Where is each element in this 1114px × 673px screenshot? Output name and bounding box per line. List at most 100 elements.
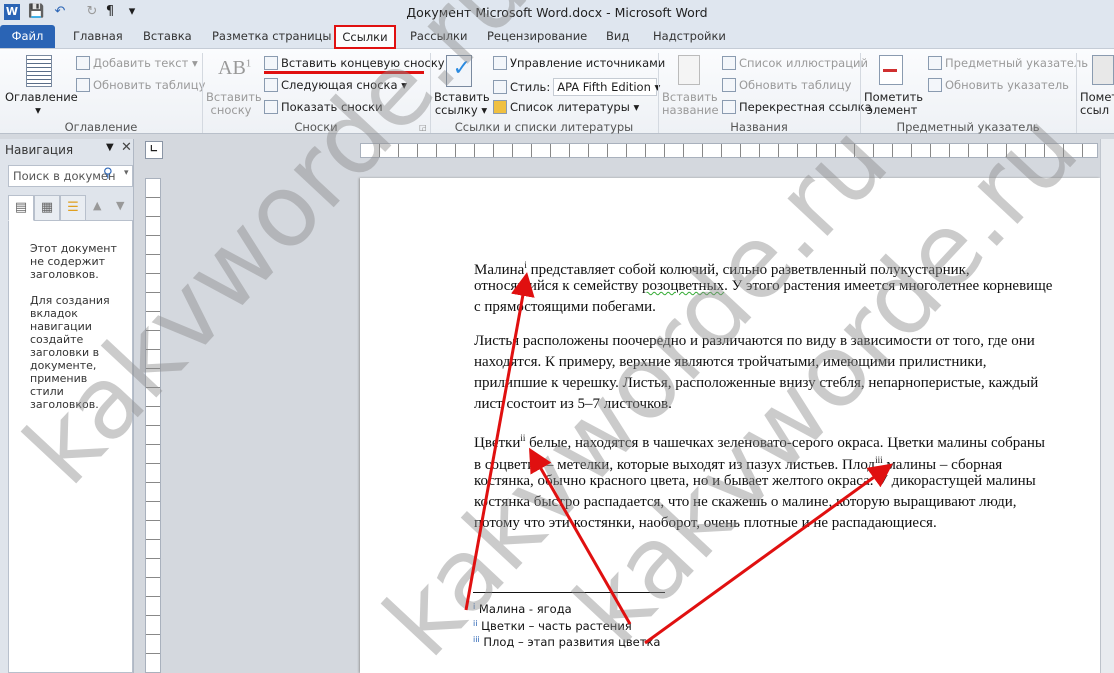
endnote-item[interactable]: ii Цветки – часть растения: [473, 619, 632, 633]
paragraph-3-line: костянка быстро распадается, что не скаж…: [474, 494, 1017, 510]
mark-entry-button[interactable]: Пометить элемент: [864, 90, 924, 117]
update-index-icon: [928, 78, 942, 92]
update-table-label: Обновить таблицу: [93, 78, 206, 92]
endnote-text: Малина - ягода: [478, 602, 572, 616]
cross-reference-icon: [722, 100, 736, 114]
manage-sources-button[interactable]: Управление источниками: [493, 56, 665, 70]
insert-citation-icon: ✓: [446, 55, 472, 87]
table-of-figures-icon: [722, 56, 736, 70]
insert-index-icon: [928, 56, 942, 70]
endnote-text: Цветки – часть растения: [481, 619, 632, 633]
grammar-flagged-word[interactable]: розоцветных: [642, 278, 724, 294]
insert-citation-button[interactable]: Вставить ссылку ▾: [434, 91, 490, 117]
search-icon[interactable]: ⚲: [103, 166, 113, 181]
paragraph-3-line: потому что эти костянки, наоборот, очень…: [474, 515, 937, 531]
next-footnote-icon: [264, 78, 278, 92]
bibliography-label: Список литературы: [510, 100, 630, 114]
manage-sources-icon: [493, 56, 507, 70]
pane-menu-icon[interactable]: ▼: [106, 142, 114, 153]
vertical-scrollbar[interactable]: [1100, 139, 1114, 673]
tab-home[interactable]: Главная: [73, 29, 123, 43]
cross-reference-button[interactable]: Перекрестная ссылка: [722, 100, 872, 114]
mark-entry-icon: [879, 55, 903, 85]
update-toc-button: Обновить таблицу: [76, 78, 205, 92]
search-placeholder: Поиск в докумен: [13, 169, 116, 183]
endnote-separator: [473, 592, 665, 593]
ribbon: Оглавление ▾ Добавить текст ▾ Обновить та…: [0, 48, 1114, 134]
tab-file[interactable]: Файл: [0, 25, 55, 48]
window-title: Документ Microsoft Word.docx - Microsoft…: [406, 5, 708, 20]
insert-footnote-label-2: сноску: [210, 103, 252, 117]
group-label-index: Предметный указатель: [896, 120, 1040, 134]
endnote-item[interactable]: i Малина - ягода: [473, 602, 572, 616]
next-footnote-button[interactable]: Следующая сноска ▾: [264, 78, 407, 92]
tab-references[interactable]: Ссылки: [334, 25, 396, 49]
table-of-contents-button[interactable]: Оглавление ▾: [5, 91, 78, 117]
tab-insert[interactable]: Вставка: [143, 29, 192, 43]
horizontal-ruler[interactable]: [360, 143, 1098, 158]
text: белые, находятся в чашечках зеленовато-с…: [525, 435, 1046, 451]
group-label-footnotes: Сноски: [294, 120, 338, 134]
insert-endnote-icon: [264, 56, 278, 70]
table-of-figures-button: Список иллюстраций: [722, 56, 868, 70]
paragraph-2-line: прилипшие к черешку. Листья, расположенн…: [474, 375, 1039, 391]
update-index-button: Обновить указатель: [928, 78, 1069, 92]
insert-caption-icon: [678, 55, 700, 85]
hint-line: документе,: [30, 359, 97, 372]
endnote-reference[interactable]: iii: [875, 455, 883, 465]
show-notes-button[interactable]: Показать сноски: [264, 100, 383, 114]
tab-addins[interactable]: Надстройки: [653, 29, 726, 43]
style-label: Стиль:: [510, 80, 551, 94]
tab-mailings[interactable]: Рассылки: [410, 29, 467, 43]
previous-icon[interactable]: ▲: [93, 199, 101, 212]
group-label-citations: Ссылки и списки литературы: [454, 120, 634, 134]
tab-stop-selector[interactable]: ∟: [145, 141, 163, 159]
group-label-toc: Оглавление: [64, 120, 138, 134]
search-input[interactable]: Поиск в докумен: [8, 165, 133, 187]
insert-index-button: Предметный указатель: [928, 56, 1088, 70]
insert-endnote-label: Вставить концевую сноску: [281, 56, 445, 70]
add-text-icon: [76, 56, 90, 70]
tab-review[interactable]: Рецензирование: [487, 29, 587, 43]
headings-tab-icon[interactable]: ▤: [8, 195, 34, 221]
next-icon[interactable]: ▼: [116, 199, 124, 212]
document-page[interactable]: [360, 178, 1100, 673]
bibliography-button[interactable]: Список литературы ▾: [493, 100, 639, 114]
insert-index-label: Предметный указатель: [945, 56, 1089, 70]
mark-citation-label-2: ссыл: [1080, 103, 1110, 117]
hint-line: создайте: [30, 333, 84, 346]
mark-entry-label-1: Пометить: [864, 90, 924, 104]
paragraph-2-line: лист состоит из 5–7 листочков.: [474, 396, 672, 412]
hint-line: Для создания: [30, 294, 110, 307]
show-notes-label: Показать сноски: [281, 100, 383, 114]
text: относящийся к семейству: [474, 278, 642, 294]
dialog-launcher-icon[interactable]: ◲: [419, 123, 427, 132]
endnote-mark: iii: [473, 635, 480, 644]
hint-line: навигации: [30, 320, 92, 333]
tab-page-layout[interactable]: Разметка страницы: [212, 29, 331, 43]
table-of-contents-icon: [26, 55, 52, 87]
pages-tab-icon[interactable]: ▦: [34, 195, 60, 221]
text: Цветки: [474, 435, 521, 451]
vertical-ruler[interactable]: [145, 178, 161, 673]
update-table-icon: [76, 78, 90, 92]
hint-line: заголовки в: [30, 346, 100, 359]
mark-citation-button[interactable]: Пометссыл: [1080, 91, 1114, 117]
tab-view[interactable]: Вид: [606, 29, 629, 43]
results-tab-icon[interactable]: ☰: [60, 195, 86, 221]
update-figures-button: Обновить таблицу: [722, 78, 851, 92]
insert-footnote-label-1: Вставить: [206, 90, 262, 104]
close-icon[interactable]: ✕: [121, 140, 132, 155]
style-dropdown[interactable]: APA Fifth Edition ▾: [553, 78, 660, 96]
group-label-captions: Названия: [730, 120, 788, 134]
paragraph-2-line: Листья расположены поочередно и различаю…: [474, 333, 1035, 349]
insert-endnote-button[interactable]: Вставить концевую сноску: [264, 56, 445, 70]
bibliography-icon: [493, 100, 507, 114]
endnote-item[interactable]: iii Плод – этап развития цветка: [473, 635, 660, 649]
search-options-icon[interactable]: ▾: [124, 168, 129, 178]
manage-sources-label: Управление источниками: [510, 56, 666, 70]
mark-entry-label-2: элемент: [866, 103, 918, 117]
navigation-title: Навигация: [5, 143, 74, 157]
endnote-mark: ii: [473, 619, 478, 628]
endnote-mark: i: [473, 602, 476, 611]
